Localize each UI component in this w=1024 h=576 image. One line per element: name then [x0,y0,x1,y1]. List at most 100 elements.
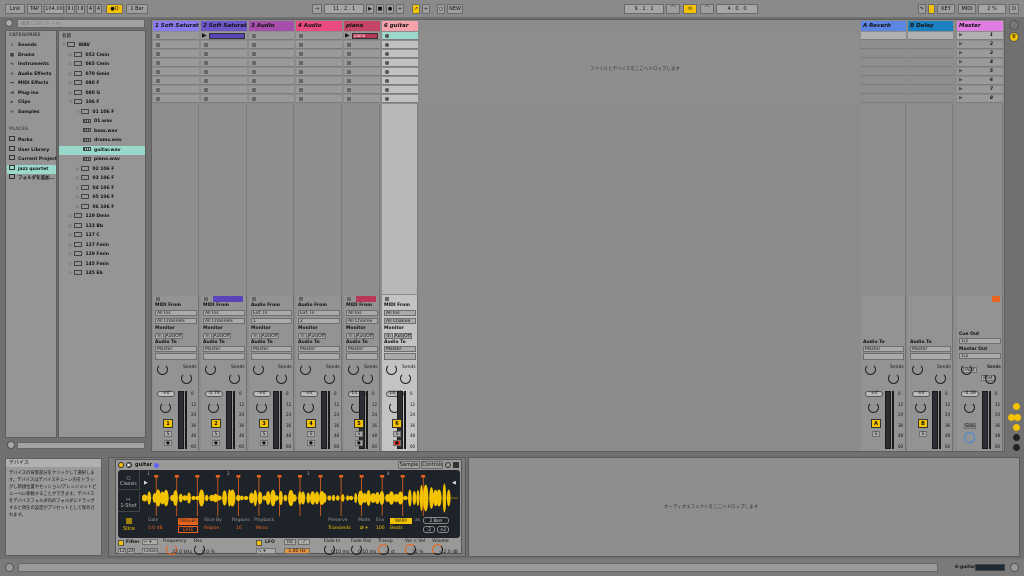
monitor-in-button[interactable]: In [298,333,307,339]
clip-slot[interactable] [153,32,199,40]
clip-stop-button[interactable] [347,297,351,301]
file-item[interactable]: drums.wav [59,136,145,145]
save-preset-icon[interactable] [453,462,459,468]
clip-slot[interactable] [344,77,380,85]
send-a-knob[interactable] [386,364,397,375]
monitor-off-button[interactable]: Off [365,333,374,339]
master-title[interactable]: Master [957,21,1003,31]
waveform-transient[interactable] [147,491,152,505]
waveform-transient[interactable] [322,493,327,503]
show-delay-button[interactable] [1013,434,1020,441]
solo-button[interactable]: S [212,431,220,437]
waveform[interactable]: 1 2 3 4 ▶ ◀ [142,470,458,516]
solo-button[interactable]: S [355,431,363,437]
volume-fader[interactable] [280,391,282,449]
clip-slot[interactable] [249,86,294,94]
arm-button[interactable]: ● [212,440,220,446]
category-midi-effects[interactable]: ⊸ MIDI Effects [9,79,48,88]
monitor-in-button[interactable]: In [155,333,164,339]
bar-label[interactable]: 4 [387,471,390,476]
clip-slot[interactable] [382,68,418,76]
disclosure-closed-icon[interactable]: ▷ [69,224,72,229]
disclosure-open-icon[interactable]: ▽ [76,110,79,115]
track-empty-area[interactable] [153,104,199,294]
volume-fader[interactable] [328,391,330,449]
stop-slot-icon[interactable] [252,61,256,65]
stop-slot-icon[interactable] [299,88,303,92]
stop-slot-icon[interactable] [156,43,160,47]
stop-slot-icon[interactable] [204,97,208,101]
clip-slot[interactable] [344,41,380,49]
folder-item[interactable]: ▷ 04 106 F [59,184,145,193]
track-activator-button[interactable]: 2 [211,419,221,428]
clip-slot[interactable] [153,50,199,58]
stop-slot-icon[interactable] [252,70,256,74]
send-b-knob[interactable] [229,373,240,384]
pan-knob[interactable] [160,402,171,413]
clip-slot[interactable] [296,95,342,103]
track-empty-area[interactable] [908,104,953,294]
stop-slot-icon[interactable] [252,34,256,38]
clip-slot[interactable] [249,59,294,67]
clip-stop-button[interactable] [204,297,208,301]
stop-slot-icon[interactable] [156,70,160,74]
time-sig-numerator[interactable]: 4 [87,4,94,14]
folder-item[interactable]: ▷ 080 G [59,89,145,98]
output-channel-field[interactable] [910,353,951,360]
track-empty-area[interactable] [201,104,247,294]
input-type-dropdown[interactable]: Ext. In [298,310,340,316]
waveform-transient[interactable] [278,490,283,506]
slice-mode-button[interactable]: Slice [118,514,140,536]
clip-slot[interactable] [344,50,380,58]
clip-slot[interactable] [382,86,418,94]
send-a-knob[interactable] [300,364,311,375]
record-slot-icon[interactable] [385,79,389,83]
playback-dropdown[interactable]: Mono [256,526,268,531]
folder-item[interactable]: ▷ 052 Cmin [59,51,145,60]
clip-slot[interactable] [249,68,294,76]
clip-slot[interactable] [296,59,342,67]
input-channel-dropdown[interactable]: 2 [298,318,340,324]
stop-slot-icon[interactable] [299,43,303,47]
send-b-knob[interactable] [276,373,287,384]
controls-tab[interactable]: Controls [421,461,443,469]
clip-slot[interactable] [153,41,199,49]
link-button[interactable]: Link [5,4,25,14]
arm-button[interactable]: ● [393,440,401,446]
waveform-transient[interactable] [354,492,358,504]
volume-field[interactable]: -2.39 [961,391,979,397]
output-type-dropdown[interactable]: Master [251,346,292,352]
return-title[interactable]: B Delay [908,21,953,31]
clip-slot[interactable] [382,41,418,49]
bar-label[interactable]: 3 [307,471,310,476]
waveform-transient[interactable] [429,487,434,509]
disclosure-closed-icon[interactable]: ▷ [76,205,79,210]
stop-slot-icon[interactable] [204,43,208,47]
return-title[interactable]: A Reverb [861,21,906,31]
slice-marker-handle[interactable] [236,475,241,478]
stop-slot-icon[interactable] [252,43,256,47]
stop-slot-icon[interactable] [252,97,256,101]
stop-slot-icon[interactable] [347,88,351,92]
show-crossfader-button[interactable] [1013,444,1020,451]
audio-title[interactable]: 4 Audio [296,21,342,31]
waveform-transient[interactable] [204,494,209,502]
waveform-transient[interactable] [257,491,263,505]
device-preview-button[interactable]: ▶ [126,462,132,468]
scene-play-icon[interactable]: ▶ [959,86,963,92]
quantize-dropdown[interactable]: 1 Bar [126,4,148,14]
input-channel-dropdown[interactable]: All Channels [203,318,245,324]
waveform-transient[interactable] [419,484,424,512]
clip-slot[interactable] [344,59,380,67]
waveform-transient[interactable] [178,493,183,503]
folder-item[interactable]: ▽ 106 F [59,98,145,107]
place-3[interactable]: jazz quartet [7,164,56,174]
send-a-knob[interactable] [253,364,264,375]
reenable-automation-button[interactable]: ○ [437,4,445,14]
waveform-transient[interactable] [163,489,169,507]
sample-display[interactable]: ◻ Classic ↦ 1-Shot Slice 1 2 3 4 ▶ ◀ Gain 0.0 d… [118,470,460,538]
send-b-knob[interactable] [362,373,373,384]
punch-in-button[interactable]: ⌒ [666,4,680,14]
gate-button[interactable]: GATE [178,526,198,533]
simpler-device[interactable]: ▶ guitar Sample Controls ◻ Classic ↦ 1-Sho… [115,459,462,555]
